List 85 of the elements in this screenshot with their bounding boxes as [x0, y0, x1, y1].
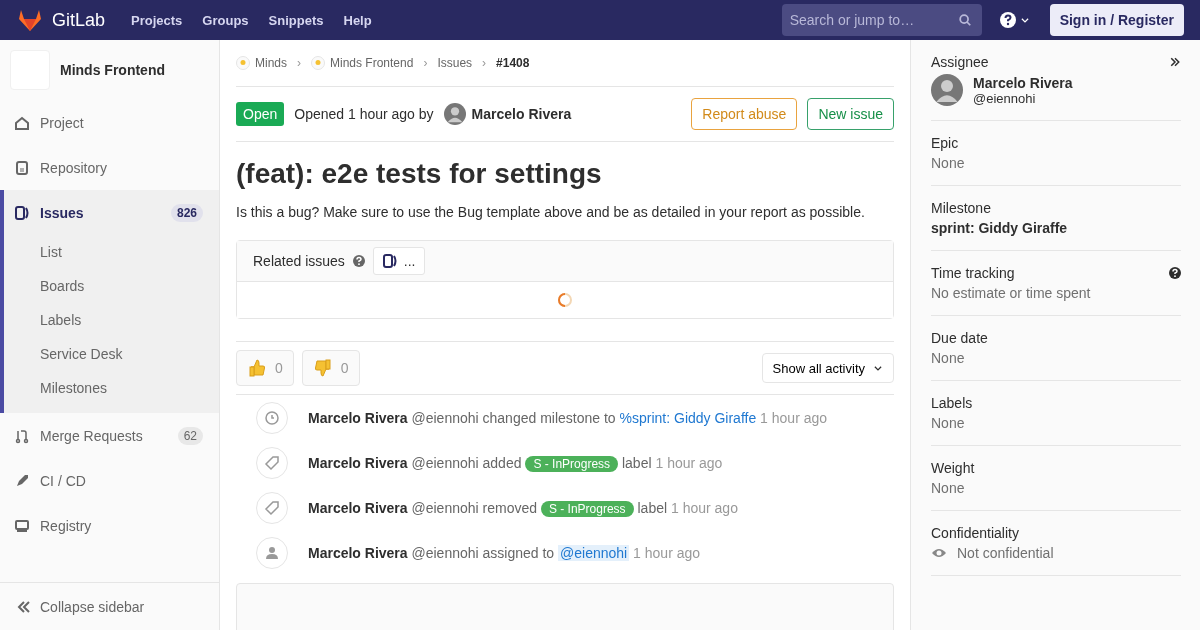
registry-icon	[14, 517, 30, 534]
sidebar-item[interactable]: CI / CD	[4, 458, 219, 503]
home-icon	[14, 114, 30, 131]
avatar-icon	[931, 74, 963, 106]
activity-entry: Marcelo Rivera @eiennohi changed milestone to %sprint: Giddy Giraffe 1 hour ago	[308, 409, 828, 426]
sidebar-value: None	[931, 480, 965, 496]
project-name[interactable]: Minds Frontend	[60, 62, 165, 78]
sidebar-subitem[interactable]: Service Desk	[4, 337, 219, 371]
clock-icon	[264, 409, 280, 426]
sidebar-value: None	[931, 415, 965, 431]
help-icon	[999, 12, 1016, 28]
thumbs-down-icon	[312, 358, 333, 378]
brand-name[interactable]: GitLab	[52, 9, 106, 31]
person-icon	[264, 544, 280, 561]
group-avatar-icon	[311, 56, 325, 70]
sidebar-label: Due date	[931, 330, 988, 346]
status-badge: Open	[236, 102, 285, 126]
sidebar-label: Epic	[931, 135, 959, 151]
merge-request-icon	[14, 427, 30, 444]
document-icon	[14, 159, 30, 176]
issue-description: Is this a bug? Make sure to use the Bug template above and be as detailed in your report as possible.	[236, 204, 866, 220]
sidebar-label: Assignee	[931, 54, 989, 70]
issues-icon	[14, 204, 30, 221]
double-chevron-left-icon	[16, 598, 32, 615]
sidebar-item[interactable]: Issues 826	[4, 190, 219, 235]
help-icon	[352, 255, 365, 267]
sidebar-value: No estimate or time spent	[931, 285, 1091, 301]
group-avatar-icon	[236, 56, 250, 70]
breadcrumb-link[interactable]: Issues	[437, 56, 473, 70]
sidebar-subitem[interactable]: List	[4, 235, 219, 269]
tag-icon	[264, 454, 280, 471]
sidebar-item[interactable]: Project	[4, 100, 219, 145]
sidebar-subitem[interactable]: Labels	[4, 303, 219, 337]
sidebar-label: Milestone	[931, 200, 991, 216]
thumbs-up-icon	[247, 358, 267, 378]
sign-in-button[interactable]: Sign in / Register	[1049, 4, 1184, 36]
user-mention-link[interactable]: @eiennohi	[558, 544, 630, 561]
nav-link[interactable]: Help	[343, 12, 372, 28]
nav-link[interactable]: Groups	[202, 12, 249, 28]
activity-filter-dropdown[interactable]: Show all activity	[761, 353, 894, 383]
card-title: Related issues	[253, 253, 345, 269]
search-field[interactable]: Search or jump to…	[781, 4, 982, 36]
breadcrumb-separator: ›	[297, 56, 301, 70]
sidebar-item[interactable]: Merge Requests 62	[4, 413, 219, 458]
sidebar-label: Weight	[931, 460, 975, 476]
count-badge: 62	[177, 426, 203, 445]
nav-link[interactable]: Snippets	[268, 12, 324, 28]
assignee-name[interactable]: Marcelo Rivera	[973, 74, 1073, 91]
sidebar-label: Confidentiality	[931, 525, 1019, 541]
breadcrumb-separator: ›	[482, 56, 487, 70]
breadcrumb-separator: ›	[423, 56, 428, 70]
new-issue-button[interactable]: New issue	[807, 98, 894, 130]
sidebar-value: Not confidential	[957, 545, 1054, 561]
search-icon	[957, 13, 972, 27]
chevron-down-icon	[1019, 15, 1030, 25]
issue-count-button[interactable]: ...	[372, 247, 425, 275]
breadcrumb-link[interactable]: Minds	[236, 56, 287, 70]
breadcrumb-link[interactable]: #1408	[496, 56, 530, 70]
sidebar-subitem[interactable]: Boards	[4, 269, 219, 303]
breadcrumb-link[interactable]: Minds Frontend	[311, 56, 414, 70]
tag-icon	[264, 499, 280, 516]
help-menu-button[interactable]	[999, 12, 1030, 28]
issue-title: (feat): e2e tests for settings	[236, 158, 603, 190]
sidebar-label: Time tracking	[931, 265, 1015, 281]
sidebar-subitem[interactable]: Milestones	[4, 371, 219, 405]
issues-icon	[381, 253, 398, 269]
activity-entry: Marcelo Rivera @eiennohi added S - InProgress label 1 hour ago	[308, 454, 723, 471]
sidebar-value: None	[931, 350, 965, 366]
nav-link[interactable]: Projects	[131, 12, 183, 28]
author-link[interactable]: Marcelo Rivera	[471, 106, 572, 122]
activity-entry: Marcelo Rivera @eiennohi assigned to @eiennohi 1 hour ago	[308, 544, 701, 561]
milestone-link[interactable]: %sprint: Giddy Giraffe	[619, 409, 757, 426]
sidebar-item[interactable]: Registry	[4, 503, 219, 548]
sidebar-label: Labels	[931, 395, 973, 411]
sidebar-item[interactable]: Repository	[4, 145, 219, 190]
assignee-handle: @eiennohi	[973, 90, 1037, 106]
opened-text: Opened 1 hour ago by	[294, 106, 434, 122]
chevron-down-icon	[873, 363, 883, 373]
avatar-icon	[443, 103, 466, 125]
count-badge: 826	[170, 203, 203, 222]
activity-entry: Marcelo Rivera @eiennohi removed S - InProgress label 1 hour ago	[308, 499, 738, 516]
sidebar-value: None	[931, 155, 965, 171]
loading-spinner-icon	[557, 292, 573, 308]
sidebar-value[interactable]: sprint: Giddy Giraffe	[931, 220, 1068, 236]
double-chevron-right-icon	[1169, 56, 1181, 68]
